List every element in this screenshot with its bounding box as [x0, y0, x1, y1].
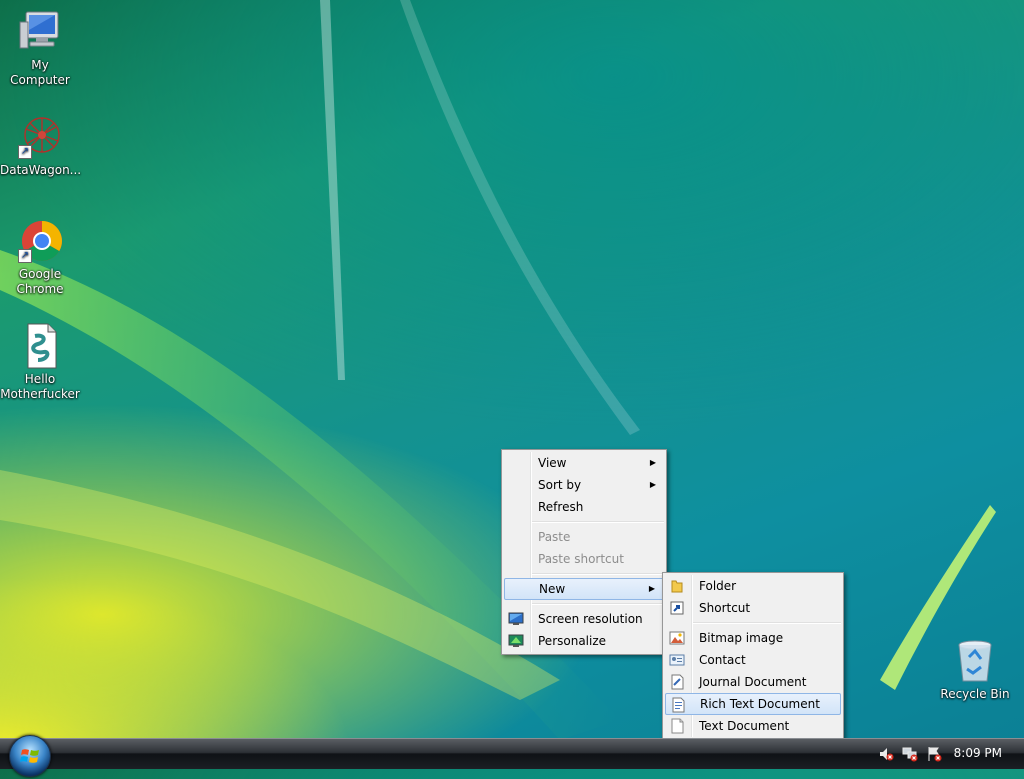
menu-item-label: Sort by — [538, 478, 582, 492]
menu-item-paste[interactable]: Paste — [504, 526, 664, 548]
submenu-item-journal-document[interactable]: Journal Document — [665, 671, 841, 693]
bitmap-icon — [669, 631, 685, 645]
menu-item-label: Folder — [699, 579, 737, 593]
menu-item-new[interactable]: New ▶ — [504, 578, 664, 600]
desktop-icon-label: Motherfucker — [0, 387, 80, 401]
submenu-item-folder[interactable]: Folder — [665, 575, 841, 597]
submenu-arrow-icon: ▶ — [649, 458, 656, 467]
submenu-item-shortcut[interactable]: Shortcut — [665, 597, 841, 619]
menu-item-refresh[interactable]: Refresh — [504, 496, 664, 518]
shortcut-arrow-icon: ↗ — [18, 145, 32, 159]
submenu-arrow-icon: ▶ — [649, 480, 656, 489]
desktop-icon-datawagon[interactable]: ↗ DataWagon... — [0, 113, 82, 178]
journal-icon — [671, 674, 684, 690]
menu-item-label: Journal Document — [699, 675, 807, 689]
computer-icon — [16, 8, 64, 56]
desktop-icon-label: Hello — [24, 372, 56, 386]
shortcut-icon — [670, 601, 684, 615]
menu-item-label: Personalize — [538, 634, 607, 648]
monitor-icon — [508, 612, 524, 625]
desktop-icon-label: Google — [18, 267, 62, 281]
menu-separator — [532, 603, 664, 605]
submenu-item-bitmap-image[interactable]: Bitmap image — [665, 627, 841, 649]
menu-item-sort-by[interactable]: Sort by ▶ — [504, 474, 664, 496]
desktop-icon-recycle-bin[interactable]: Recycle Bin — [935, 637, 1015, 702]
datawagon-icon: ↗ — [16, 113, 64, 161]
menu-item-label: Rich Text Document — [700, 697, 820, 711]
menu-item-label: Paste — [538, 530, 571, 544]
menu-item-label: Paste shortcut — [538, 552, 624, 566]
folder-icon — [671, 580, 683, 593]
taskbar-clock[interactable]: 8:09 PM — [954, 746, 1002, 760]
menu-item-label: Text Document — [699, 719, 790, 733]
shortcut-arrow-icon: ↗ — [18, 249, 32, 263]
submenu-item-contact[interactable]: Contact — [665, 649, 841, 671]
windows-logo-icon — [20, 749, 39, 763]
desktop-icon-label: My Computer — [10, 58, 70, 87]
desktop-icon-my-computer[interactable]: My Computer — [0, 8, 80, 88]
menu-item-label: New — [539, 582, 566, 596]
network-error-icon[interactable] — [902, 746, 918, 762]
menu-item-label: Bitmap image — [699, 631, 784, 645]
menu-item-label: Refresh — [538, 500, 584, 514]
desktop-icon-google-chrome[interactable]: ↗ Google Chrome — [0, 217, 80, 297]
menu-item-screen-resolution[interactable]: Screen resolution — [504, 608, 664, 630]
menu-item-label: View — [538, 456, 567, 470]
menu-item-label: Shortcut — [699, 601, 751, 615]
menu-item-label: Screen resolution — [538, 612, 643, 626]
menu-item-personalize[interactable]: Personalize — [504, 630, 664, 652]
submenu-arrow-icon: ▶ — [648, 584, 655, 593]
submenu-item-rich-text-document[interactable]: Rich Text Document — [665, 693, 841, 715]
contact-icon — [669, 654, 685, 666]
speaker-muted-icon[interactable] — [878, 746, 894, 762]
recycle-bin-icon — [951, 637, 999, 685]
menu-item-view[interactable]: View ▶ — [504, 452, 664, 474]
desktop-icon-label: Recycle Bin — [940, 687, 1010, 701]
chrome-icon: ↗ — [16, 217, 64, 265]
menu-separator — [532, 521, 664, 523]
desktop-icon-hello-script[interactable]: Hello Motherfucker — [0, 322, 80, 402]
menu-item-label: Contact — [699, 653, 746, 667]
desktop-icon-label: DataWagon... — [0, 163, 82, 177]
text-doc-icon — [671, 718, 684, 734]
desktop-context-menu: View ▶ Sort by ▶ Refresh Paste Paste sho… — [501, 449, 667, 655]
desktop-icon-label: Chrome — [16, 282, 64, 296]
menu-separator — [532, 573, 664, 575]
rtf-icon — [672, 697, 685, 713]
start-button[interactable] — [9, 735, 51, 777]
personalize-icon — [508, 634, 524, 647]
menu-separator — [693, 622, 841, 624]
submenu-item-text-document[interactable]: Text Document — [665, 715, 841, 737]
new-submenu: Folder Shortcut Bitmap image Contact Jou — [662, 572, 844, 740]
action-center-error-icon[interactable] — [926, 746, 942, 762]
menu-item-paste-shortcut[interactable]: Paste shortcut — [504, 548, 664, 570]
script-file-icon — [16, 322, 64, 370]
